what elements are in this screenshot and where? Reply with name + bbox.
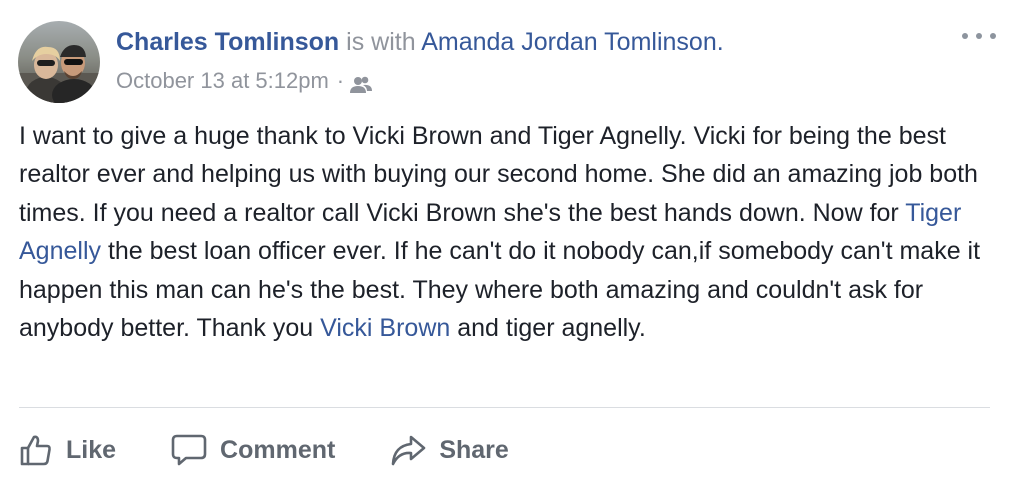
with-text: is with — [346, 28, 416, 56]
post-text-part: I want to give a huge thank to Vicki Bro… — [19, 122, 978, 227]
author-avatar[interactable] — [18, 21, 100, 103]
post-text: I want to give a huge thank to Vicki Bro… — [19, 117, 999, 347]
author-name-link[interactable]: Charles Tomlinson — [116, 28, 339, 56]
mention-link-vicki-brown[interactable]: Vicki Brown — [320, 314, 450, 342]
post-text-part: and tiger agnelly. — [450, 314, 646, 343]
more-options-icon[interactable] — [962, 26, 996, 46]
more-dot — [990, 33, 996, 39]
share-arrow-icon — [392, 435, 426, 466]
comment-label: Comment — [220, 435, 336, 464]
friends-icon[interactable] — [350, 72, 373, 93]
more-dot — [962, 33, 968, 39]
more-dot — [976, 33, 982, 39]
like-button[interactable]: Like — [19, 433, 116, 467]
meta-separator: · — [336, 68, 345, 93]
thumbs-up-icon — [20, 435, 51, 466]
divider — [19, 407, 990, 408]
comment-button[interactable]: Comment — [171, 433, 335, 467]
share-button[interactable]: Share — [390, 433, 509, 467]
speech-bubble-icon — [171, 434, 207, 466]
share-label: Share — [439, 435, 509, 464]
action-bar: Like Comment Share — [19, 428, 564, 472]
like-label: Like — [66, 435, 117, 464]
post-meta: October 13 at 5:12pm · — [116, 66, 373, 96]
timestamp-link[interactable]: October 13 at 5:12pm — [116, 66, 329, 96]
post-header: Charles Tomlinson is with Amanda Jordan … — [116, 26, 724, 58]
facebook-post: Charles Tomlinson is with Amanda Jordan … — [0, 0, 1012, 482]
tagged-suffix: . — [716, 28, 724, 56]
tagged-person-link[interactable]: Amanda Jordan Tomlinson — [421, 28, 717, 56]
